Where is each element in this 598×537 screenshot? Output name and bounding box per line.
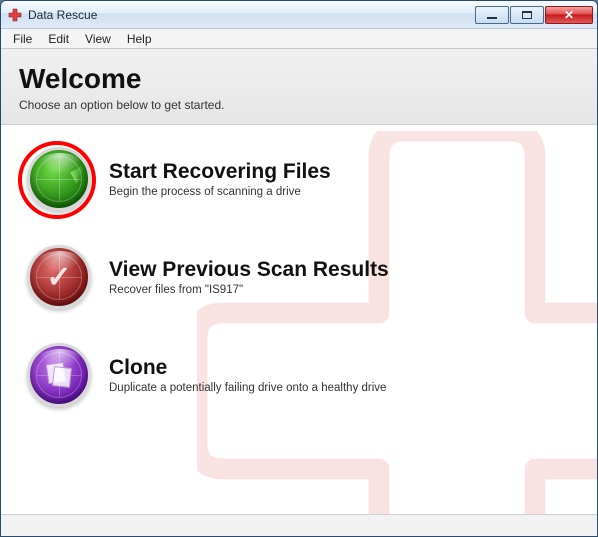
option-title: Clone [109,356,386,380]
menu-help[interactable]: Help [119,30,160,48]
maximize-button[interactable] [510,6,544,24]
menu-file[interactable]: File [5,30,40,48]
highlight-ring [18,141,96,219]
option-start-recovering[interactable]: Start Recovering Files Begin the process… [13,141,585,239]
minimize-button[interactable] [475,6,509,24]
window-title: Data Rescue [28,8,97,22]
option-subtitle: Recover files from "IS917" [109,284,389,296]
menu-edit[interactable]: Edit [40,30,77,48]
status-bar [1,514,597,536]
option-subtitle: Begin the process of scanning a drive [109,186,331,198]
page-subtitle: Choose an option below to get started. [19,98,579,112]
checkmark-icon: ✓ [27,245,91,309]
app-window: Data Rescue ✕ File Edit View Help Welcom… [0,0,598,537]
welcome-header: Welcome Choose an option below to get st… [1,49,597,125]
window-controls: ✕ [474,6,593,24]
option-subtitle: Duplicate a potentially failing drive on… [109,382,386,394]
menu-view[interactable]: View [77,30,119,48]
content-area: Start Recovering Files Begin the process… [1,125,597,514]
option-title: Start Recovering Files [109,160,331,184]
menubar: File Edit View Help [1,29,597,49]
option-title: View Previous Scan Results [109,258,389,282]
app-icon [7,7,23,23]
option-clone[interactable]: Clone Duplicate a potentially failing dr… [13,337,585,435]
documents-icon [27,343,91,407]
close-button[interactable]: ✕ [545,6,593,24]
page-title: Welcome [19,63,579,95]
option-view-previous[interactable]: ✓ View Previous Scan Results Recover fil… [13,239,585,337]
titlebar[interactable]: Data Rescue ✕ [1,1,597,29]
